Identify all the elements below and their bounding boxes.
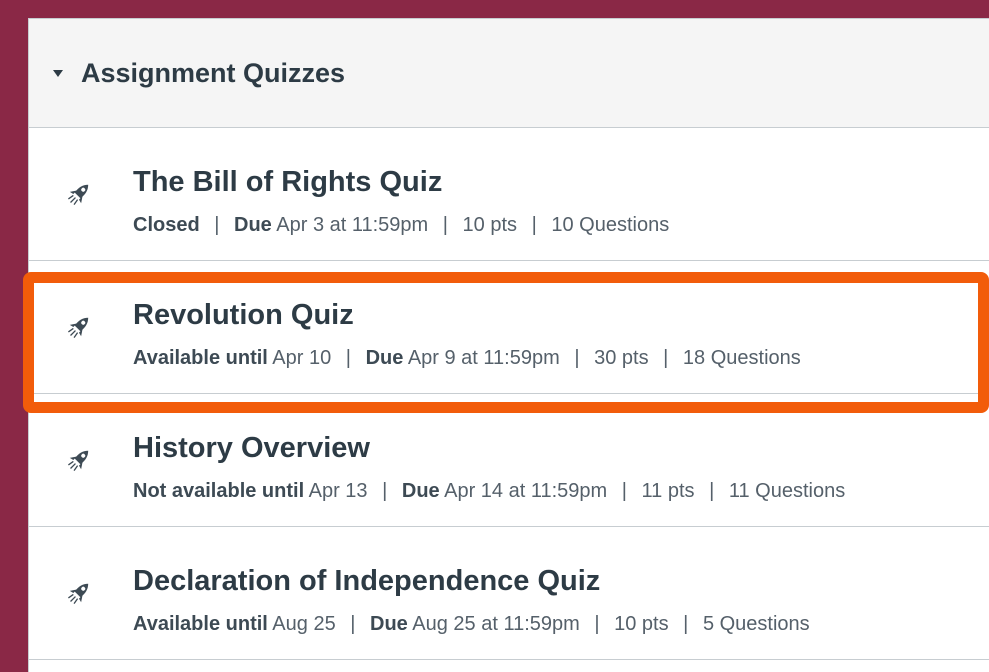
question-count: 18 Questions <box>682 347 801 369</box>
separator: | <box>214 214 220 236</box>
quiz-title[interactable]: History Overview <box>133 434 370 463</box>
availability-date: Apr 13 <box>308 480 368 502</box>
separator: | <box>621 480 627 502</box>
separator: | <box>350 613 356 635</box>
due-date: Apr 9 at 11:59pm <box>407 347 560 369</box>
quizzes-panel: Assignment Quizzes The Bill of Rights Qu… <box>23 18 989 672</box>
rocket-icon <box>68 450 89 471</box>
separator: | <box>683 613 689 635</box>
availability-label: Closed <box>133 214 200 236</box>
quiz-row[interactable]: The Bill of Rights Quiz Closed | Due Apr… <box>29 128 989 261</box>
due-label: Due <box>365 347 404 369</box>
question-count: 10 Questions <box>551 214 670 236</box>
separator: | <box>345 347 351 369</box>
due-date: Apr 14 at 11:59pm <box>444 480 608 502</box>
quiz-title[interactable]: The Bill of Rights Quiz <box>133 168 442 197</box>
due-label: Due <box>370 613 408 635</box>
due-date: Aug 25 at 11:59pm <box>412 613 580 635</box>
availability-date: Aug 25 <box>272 613 336 635</box>
availability-label: Available until <box>133 347 268 369</box>
separator: | <box>663 347 669 369</box>
rocket-icon <box>68 184 89 205</box>
quiz-title[interactable]: Revolution Quiz <box>133 301 354 330</box>
due-label: Due <box>401 480 440 502</box>
separator: | <box>531 214 537 236</box>
group-title: Assignment Quizzes <box>81 57 346 88</box>
assignment-group-header[interactable]: Assignment Quizzes <box>29 19 989 128</box>
availability-label: Available until <box>133 613 268 635</box>
quiz-meta: Closed | Due Apr 3 at 11:59pm | 10 pts |… <box>133 215 669 235</box>
quiz-meta: Available until Apr 10 | Due Apr 9 at 11… <box>133 348 801 368</box>
quiz-row[interactable]: Revolution Quiz Available until Apr 10 |… <box>29 261 989 394</box>
rocket-icon <box>68 317 89 338</box>
question-count: 5 Questions <box>702 613 810 635</box>
points: 10 pts <box>614 613 669 635</box>
quiz-row[interactable]: History Overview Not available until Apr… <box>29 394 989 527</box>
quiz-row[interactable]: Declaration of Independence Quiz Availab… <box>29 527 989 660</box>
rocket-icon <box>68 583 89 604</box>
separator: | <box>574 347 580 369</box>
points: 11 pts <box>641 480 695 502</box>
availability-label: Not available until <box>133 480 305 502</box>
quiz-meta: Available until Aug 25 | Due Aug 25 at 1… <box>133 614 810 634</box>
due-date: Apr 3 at 11:59pm <box>276 214 429 236</box>
quiz-meta: Not available until Apr 13 | Due Apr 14 … <box>133 481 845 501</box>
points: 30 pts <box>594 347 649 369</box>
question-count: 11 Questions <box>728 480 846 502</box>
separator: | <box>594 613 600 635</box>
availability-date: Apr 10 <box>272 347 332 369</box>
separator: | <box>382 480 388 502</box>
separator: | <box>709 480 715 502</box>
points: 10 pts <box>462 214 518 236</box>
caret-down-icon[interactable] <box>53 69 63 77</box>
quiz-title[interactable]: Declaration of Independence Quiz <box>133 567 600 596</box>
separator: | <box>442 214 448 236</box>
due-label: Due <box>234 214 272 236</box>
